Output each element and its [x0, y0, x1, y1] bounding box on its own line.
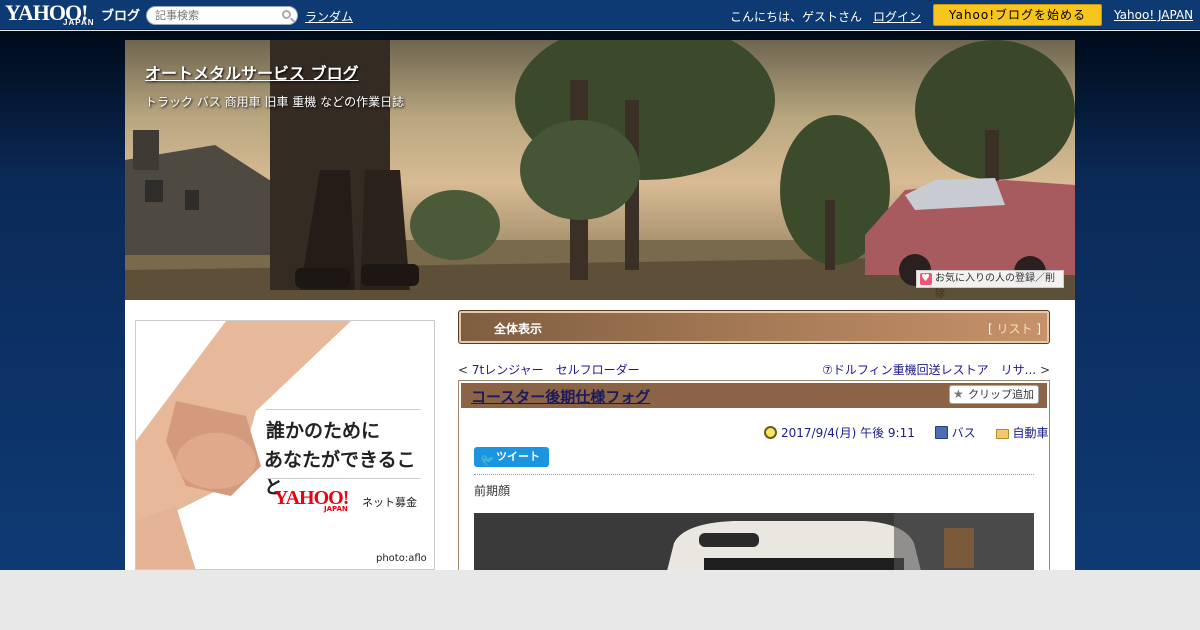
tweet-label: ツイート: [496, 450, 540, 463]
favorite-register-button[interactable]: お気に入りの人の登録／削除: [916, 270, 1064, 300]
random-link[interactable]: ランダム: [305, 8, 353, 25]
clip-add-button[interactable]: ★ クリップ追加: [949, 385, 1039, 404]
next-article-link[interactable]: ⑦ドルフィン重機回送レストア リサ...: [822, 363, 1036, 377]
ad-service-name: ネット募金: [362, 496, 417, 509]
ad-rule-top: [266, 409, 421, 410]
ad-yahoo-japan: JAPAN: [324, 505, 348, 513]
charity-ad-banner[interactable]: 誰かのために あなたができること YAHOO! JAPAN ネット募金 phot…: [135, 320, 435, 570]
star-icon: ★: [953, 387, 964, 401]
ad-photo-credit: photo:aflo: [376, 553, 427, 564]
article-photo[interactable]: [474, 513, 1034, 570]
blog-title[interactable]: オートメタルサービス ブログ: [145, 60, 359, 84]
global-header: YAHOO! JAPAN ブログ ランダム こんにちは、ゲストさん ログイン Y…: [0, 0, 1200, 30]
tab-list-view[interactable]: リスト: [996, 322, 1032, 336]
article-view-tabs: 全体表示 [ リスト ]: [458, 310, 1050, 344]
prev-arrow: <: [458, 363, 469, 377]
search-box: [146, 6, 298, 25]
twitter-bird-icon: 🐦: [480, 453, 495, 467]
logo-blog: ブログ: [101, 9, 141, 24]
page-footer-background: [0, 570, 1200, 630]
search-input[interactable]: [155, 8, 277, 23]
greeting-text: こんにちは、ゲストさん: [730, 10, 863, 24]
folder-icon: [995, 429, 1009, 439]
article-header: コースター後期仕様フォグ ★ クリップ追加: [461, 383, 1047, 408]
list-suffix: ]: [1032, 322, 1041, 336]
ad-headline-1: 誰かのために: [266, 421, 381, 442]
article-body-text: 前期顔: [474, 484, 511, 498]
article-date-link[interactable]: 2017/9/4(月) 午後 9:11: [781, 426, 915, 440]
blog-header-image: オートメタルサービス ブログ トラック バス 商用車 旧車 重機 などの作業日誌…: [125, 40, 1075, 300]
yahoo-japan-link[interactable]: Yahoo! JAPAN: [1114, 8, 1193, 22]
clock-icon: [764, 426, 777, 439]
list-toggle: [ リスト ]: [988, 320, 1041, 337]
login-link[interactable]: ログイン: [873, 8, 921, 25]
prev-article-link[interactable]: 7tレンジャー セルフローダー: [472, 363, 640, 377]
book-icon: [934, 426, 948, 439]
heart-icon: [920, 271, 932, 287]
prev-article-nav: < 7tレンジャー セルフローダー: [458, 361, 640, 378]
clip-label: クリップ追加: [968, 388, 1034, 401]
blog-description: トラック バス 商用車 旧車 重機 などの作業日誌: [145, 95, 405, 109]
logo-japan: JAPAN: [63, 18, 95, 27]
bus-photo-image: [474, 513, 1034, 570]
next-article-nav: ⑦ドルフィン重機回送レストア リサ... >: [822, 361, 1050, 378]
tab-all-view[interactable]: 全体表示: [494, 320, 542, 337]
next-arrow: >: [1039, 363, 1050, 377]
article-card: コースター後期仕様フォグ ★ クリップ追加 2017/9/4(月) 午後 9:1…: [458, 380, 1050, 570]
blog-container: オートメタルサービス ブログ トラック バス 商用車 旧車 重機 などの作業日誌…: [125, 40, 1075, 570]
article-meta: 2017/9/4(月) 午後 9:11 バス 自動車: [764, 424, 1065, 441]
category-link[interactable]: バス: [952, 426, 976, 440]
yahoo-blog-logo[interactable]: YAHOO! JAPAN ブログ: [5, 2, 141, 28]
ad-rule-bottom: [266, 478, 421, 479]
dotted-divider: [474, 474, 1034, 475]
start-blog-button[interactable]: Yahoo!ブログを始める: [933, 4, 1102, 26]
folder-link[interactable]: 自動車: [1013, 426, 1049, 440]
tweet-button[interactable]: 🐦 ツイート: [474, 447, 549, 467]
article-title[interactable]: コースター後期仕様フォグ: [471, 386, 650, 407]
search-icon[interactable]: [282, 10, 291, 19]
